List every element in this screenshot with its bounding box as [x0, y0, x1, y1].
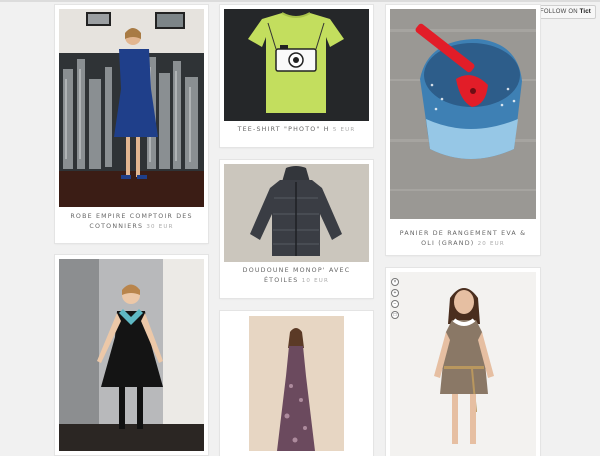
product-price-panier: 20 EUR [477, 241, 505, 247]
product-title-doudoune[interactable]: Doudoune Monop' avec étoiles 10 EUR [226, 266, 367, 286]
follow-label: FOLLOW ON [539, 9, 578, 15]
close-icon[interactable]: × [391, 278, 399, 286]
product-card-brown-dress[interactable] [386, 268, 540, 456]
product-price-doudoune: 10 EUR [301, 278, 329, 284]
product-price-teeshirt: 5 EUR [332, 127, 356, 133]
product-photo-teeshirt[interactable] [224, 9, 369, 121]
product-card-panier[interactable]: Panier de rangement Eva & Oli (grand) 20… [386, 5, 540, 255]
product-card-dress-scarf[interactable] [55, 255, 208, 455]
fullscreen-icon[interactable]: □ [391, 311, 399, 319]
top-border [0, 0, 600, 2]
product-card-robe[interactable]: Robe empire Comptoir des Cotonniers 30 E… [55, 5, 208, 243]
product-photo-dress-scarf[interactable] [59, 259, 204, 451]
product-photo-brown-dress[interactable] [390, 272, 536, 456]
product-card-teeshirt[interactable]: Tee-shirt "photo" H 5 EUR [220, 5, 373, 147]
product-card-maxi-dress[interactable] [220, 311, 373, 456]
gallery-controls: × + − □ [391, 278, 399, 322]
product-price-robe: 30 EUR [146, 224, 174, 230]
follow-button[interactable]: FOLLOW ON Tict [534, 5, 596, 19]
product-title-robe[interactable]: Robe empire Comptoir des Cotonniers 30 E… [61, 212, 202, 232]
product-photo-doudoune[interactable] [224, 164, 369, 262]
product-photo-maxi-dress[interactable] [249, 316, 344, 451]
zoom-in-icon[interactable]: + [391, 289, 399, 297]
product-title-panier[interactable]: Panier de rangement Eva & Oli (grand) 20… [392, 229, 534, 249]
product-photo-robe[interactable] [59, 9, 204, 207]
product-title-teeshirt[interactable]: Tee-shirt "photo" H 5 EUR [226, 125, 367, 135]
product-card-doudoune[interactable]: Doudoune Monop' avec étoiles 10 EUR [220, 160, 373, 298]
zoom-out-icon[interactable]: − [391, 300, 399, 308]
follow-brand: Tict [579, 9, 591, 15]
product-photo-panier[interactable] [390, 9, 536, 219]
